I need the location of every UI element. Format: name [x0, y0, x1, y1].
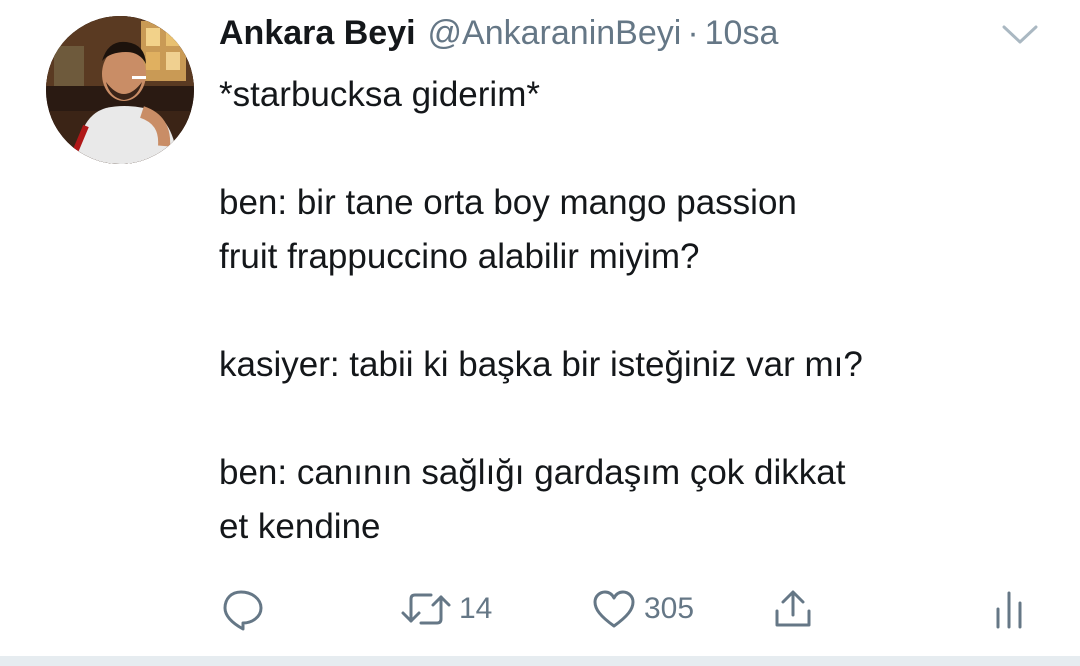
reply-button[interactable] [219, 584, 267, 634]
display-name[interactable]: Ankara Beyi [219, 14, 416, 53]
reply-icon [223, 590, 263, 631]
avatar[interactable] [46, 16, 194, 164]
line-break [219, 284, 1049, 338]
analytics-icon [996, 591, 1022, 629]
tweet-menu-button[interactable] [1000, 22, 1040, 48]
analytics-button[interactable] [989, 584, 1029, 634]
share-icon [775, 590, 811, 627]
tweet-line: kasiyer: tabii ki başka bir isteğiniz va… [219, 345, 863, 384]
tweet-line: fruit frappuccino alabilir miyim? [219, 237, 700, 276]
timestamp[interactable]: 10sa [705, 14, 779, 53]
tweet-line: *starbucksa giderim* [219, 75, 540, 114]
tweet-actions: 14 305 [219, 584, 1049, 634]
tweet-text: *starbucksa giderim* ben: bir tane orta … [219, 68, 1049, 554]
line-break [219, 392, 1049, 446]
chevron-down-icon [1002, 25, 1038, 44]
heart-icon [593, 590, 635, 628]
share-button[interactable] [769, 584, 817, 634]
tweet-header: Ankara Beyi @AnkaraninBeyi · 10sa [219, 14, 778, 58]
like-count: 305 [644, 592, 695, 625]
tweet-line: ben: canının sağlığı gardaşım çok dikkat [219, 453, 846, 492]
retweet-count: 14 [459, 592, 493, 625]
tweet-line: ben: bir tane orta boy mango passion [219, 183, 797, 222]
divider [0, 656, 1080, 666]
retweet-icon [401, 593, 451, 625]
like-button[interactable]: 305 [590, 584, 694, 634]
line-break [219, 122, 1049, 176]
retweet-button[interactable]: 14 [399, 584, 492, 634]
separator-dot: · [687, 14, 699, 52]
avatar-image [46, 16, 194, 164]
user-handle[interactable]: @AnkaraninBeyi [428, 14, 682, 53]
tweet-card[interactable]: Ankara Beyi @AnkaraninBeyi · 10sa *starb… [0, 0, 1080, 656]
tweet-line: et kendine [219, 507, 381, 546]
